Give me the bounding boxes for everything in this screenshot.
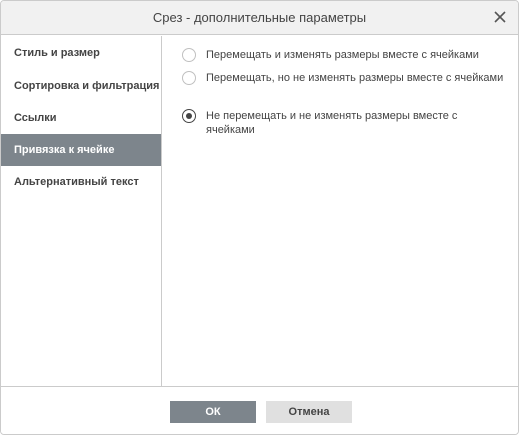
radio-no-move-no-size[interactable] [182, 109, 196, 123]
sidebar-item-references[interactable]: Ссылки [1, 102, 161, 134]
snapping-options-panel: Перемещать и изменять размеры вместе с я… [163, 36, 518, 386]
sidebar-item-style-size[interactable]: Стиль и размер [1, 37, 161, 69]
ok-button[interactable]: ОК [170, 401, 256, 423]
sidebar: Стиль и размер Сортировка и фильтрация С… [1, 36, 162, 386]
sidebar-item-alt-text[interactable]: Альтернативный текст [1, 166, 161, 198]
close-icon [494, 11, 506, 23]
dialog-footer: ОК Отмена [1, 386, 518, 434]
radio-move-and-size[interactable] [182, 48, 196, 62]
option-label: Не перемещать и не изменять размеры вмес… [206, 110, 458, 136]
dialog-titlebar: Срез - дополнительные параметры [1, 1, 518, 35]
dialog: Срез - дополнительные параметры Стиль и … [0, 0, 519, 435]
sidebar-item-sort-filter[interactable]: Сортировка и фильтрация [1, 70, 161, 102]
radio-move-no-size[interactable] [182, 71, 196, 85]
cancel-button[interactable]: Отмена [266, 401, 352, 423]
close-button[interactable] [492, 9, 508, 25]
sidebar-item-cell-snapping[interactable]: Привязка к ячейке [1, 134, 161, 166]
dialog-title: Срез - дополнительные параметры [152, 10, 367, 25]
option-label: Перемещать, но не изменять размеры вмест… [206, 72, 504, 84]
option-label: Перемещать и изменять размеры вместе с я… [206, 49, 479, 61]
